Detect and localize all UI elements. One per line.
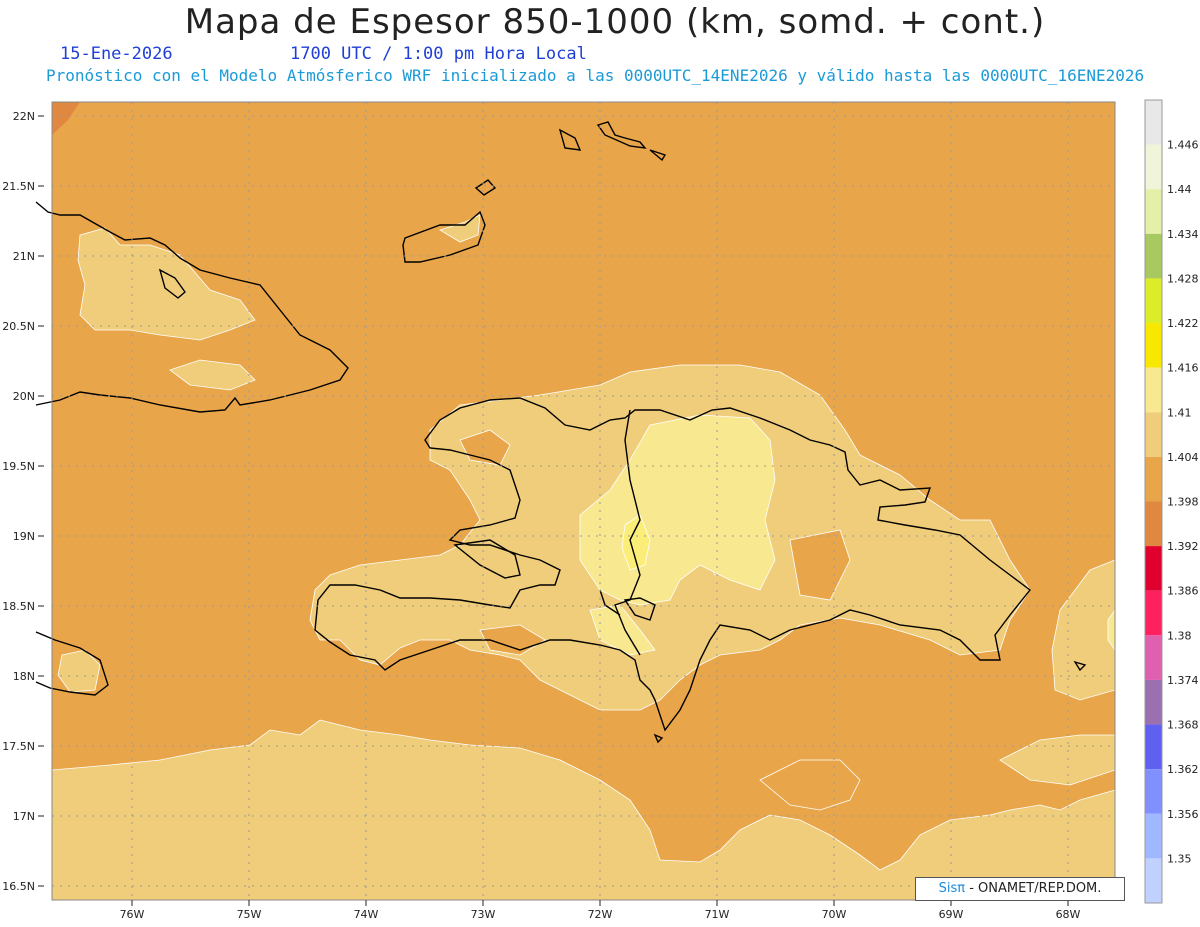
colorbar-swatch	[1145, 724, 1162, 770]
lat-tick-label: 19N	[13, 530, 35, 543]
colorbar-swatch	[1145, 189, 1162, 234]
lat-tick-label: 20N	[13, 390, 35, 403]
lon-axis: 76W 75W 74W 73W 72W 71W 70W 69W 68W	[120, 908, 1081, 921]
colorbar-label: 1.41	[1167, 406, 1192, 419]
colorbar-swatch	[1145, 323, 1162, 368]
lon-tick-label: 69W	[939, 908, 964, 921]
lon-tick-label: 76W	[120, 908, 145, 921]
colorbar-label: 1.446	[1167, 139, 1199, 152]
colorbar-swatch	[1145, 858, 1162, 903]
colorbar-swatch	[1145, 233, 1162, 279]
colorbar-swatch	[1145, 546, 1162, 591]
colorbar-swatch	[1145, 144, 1162, 190]
colorbar-label: 1.416	[1167, 362, 1199, 375]
lon-tick-label: 74W	[354, 908, 379, 921]
colorbar-label: 1.422	[1167, 317, 1199, 330]
colorbar: 1.446 1.44 1.434 1.428 1.422 1.416 1.41 1.404 1.…	[1144, 99, 1199, 904]
colorbar-swatch	[1145, 769, 1162, 814]
sis-logo: Sisπ	[938, 881, 966, 896]
lon-tick-label: 75W	[237, 908, 262, 921]
lat-tick-label: 21N	[13, 250, 35, 263]
lat-tick-label: 18N	[13, 670, 35, 683]
lat-tick-label: 20.5N	[2, 320, 35, 333]
lon-tick-label: 72W	[588, 908, 613, 921]
colorbar-swatch	[1145, 501, 1162, 547]
colorbar-swatch	[1145, 278, 1162, 324]
lon-tick-label: 71W	[705, 908, 730, 921]
lon-tick-label: 70W	[822, 908, 847, 921]
colorbar-swatch	[1145, 679, 1162, 725]
colorbar-swatch	[1145, 813, 1162, 859]
colorbar-label: 1.392	[1167, 540, 1199, 553]
colorbar-swatch	[1145, 412, 1162, 457]
lat-tick-label: 17.5N	[2, 740, 35, 753]
lat-tick-label: 17N	[13, 810, 35, 823]
credit-org: - ONAMET/REP.DOM.	[965, 881, 1102, 896]
lat-tick-label: 16.5N	[2, 880, 35, 893]
colorbar-label: 1.386	[1167, 585, 1199, 598]
colorbar-label: 1.434	[1167, 228, 1199, 241]
lat-tick-label: 19.5N	[2, 460, 35, 473]
colorbar-swatch	[1145, 100, 1162, 145]
colorbar-label: 1.398	[1167, 496, 1199, 509]
colorbar-label: 1.44	[1167, 183, 1192, 196]
lon-tick-label: 73W	[471, 908, 496, 921]
lon-tick-label: 68W	[1056, 908, 1081, 921]
colorbar-label: 1.428	[1167, 272, 1199, 285]
colorbar-label: 1.374	[1167, 674, 1199, 687]
colorbar-label: 1.35	[1167, 852, 1192, 865]
colorbar-swatch	[1145, 635, 1162, 680]
lat-tick-label: 22N	[13, 110, 35, 123]
colorbar-swatch	[1145, 456, 1162, 502]
lat-tick-label: 21.5N	[2, 180, 35, 193]
lat-axis: 22N 21.5N 21N 20.5N 20N 19.5N 19N 18.5N …	[2, 110, 35, 893]
lat-tick-label: 18.5N	[2, 600, 35, 613]
colorbar-swatch	[1145, 367, 1162, 413]
colorbar-label: 1.404	[1167, 451, 1199, 464]
colorbar-swatch	[1145, 590, 1162, 636]
colorbar-label: 1.38	[1167, 629, 1192, 642]
colorbar-label: 1.362	[1167, 763, 1199, 776]
colorbar-label: 1.356	[1167, 808, 1199, 821]
colorbar-label: 1.368	[1167, 719, 1199, 732]
credit-box: Sisπ - ONAMET/REP.DOM.	[915, 877, 1125, 901]
thickness-map: 22N 21.5N 21N 20.5N 20N 19.5N 19N 18.5N …	[2, 99, 1199, 921]
